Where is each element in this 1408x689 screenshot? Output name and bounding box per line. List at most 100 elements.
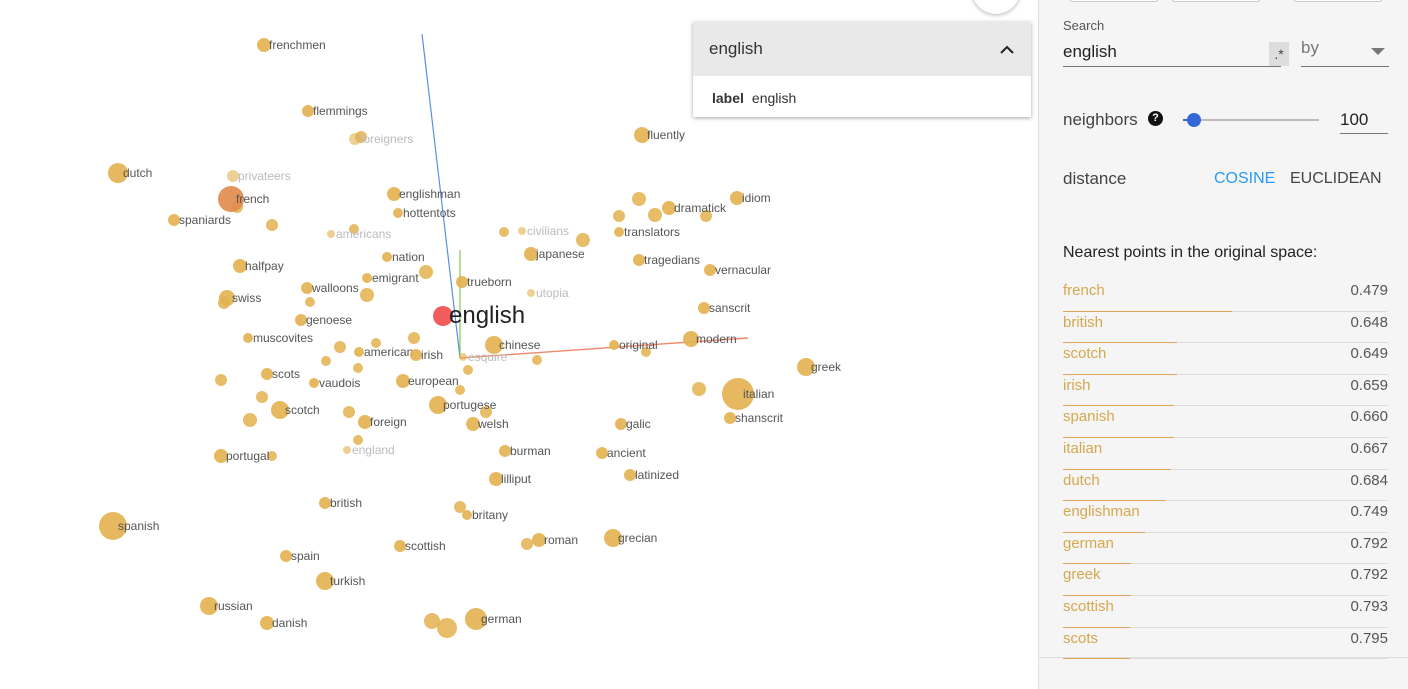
point-hottentots[interactable] — [393, 208, 403, 218]
distance-euclidean-option[interactable]: EUCLIDEAN — [1290, 170, 1382, 188]
panel-top-button-1[interactable] — [1069, 0, 1159, 2]
point-label: original — [619, 338, 658, 352]
info-card-header[interactable]: english — [693, 22, 1031, 76]
nearest-point-distance: 0.648 — [1350, 313, 1388, 331]
point-translators[interactable] — [614, 227, 624, 237]
nearest-point-row[interactable]: englishman 0.749 — [1063, 501, 1388, 533]
unlabeled-point[interactable] — [463, 365, 473, 375]
point-esquire[interactable] — [459, 353, 467, 361]
nearest-point-row[interactable]: scotch 0.649 — [1063, 343, 1388, 375]
nearest-point-name[interactable]: scots — [1063, 630, 1098, 647]
unlabeled-point[interactable] — [408, 332, 420, 344]
point-label: burman — [510, 444, 551, 458]
nearest-point-name[interactable]: british — [1063, 314, 1103, 331]
unlabeled-point[interactable] — [437, 618, 457, 638]
unlabeled-point[interactable] — [532, 355, 542, 365]
point-britany[interactable] — [462, 510, 472, 520]
help-icon[interactable]: ? — [1148, 111, 1163, 126]
point-label: muscovites — [253, 331, 313, 345]
point-label: roman — [544, 533, 578, 547]
point-original[interactable] — [609, 340, 619, 350]
point-utopia[interactable] — [527, 289, 535, 297]
unlabeled-point[interactable] — [343, 406, 355, 418]
chevron-down-icon — [1371, 48, 1385, 55]
panel-top-button-2[interactable] — [1171, 0, 1261, 2]
point-label: frenchmen — [269, 38, 326, 52]
point-muscovites[interactable] — [243, 333, 253, 343]
point-label: england — [352, 443, 395, 457]
nearest-point-name[interactable]: englishman — [1063, 503, 1140, 520]
nearest-point-row[interactable]: greek 0.792 — [1063, 564, 1388, 596]
nearest-point-row[interactable]: italian 0.667 — [1063, 438, 1388, 470]
unlabeled-point[interactable] — [305, 297, 315, 307]
panel-divider — [1039, 657, 1408, 658]
neighbors-slider[interactable] — [1183, 113, 1319, 127]
unlabeled-point[interactable] — [499, 227, 509, 237]
nearest-point-name[interactable]: irish — [1063, 377, 1091, 394]
point-label: trueborn — [467, 275, 512, 289]
point-vaudois[interactable] — [309, 378, 319, 388]
point-label: esquire — [468, 350, 508, 364]
nearest-points-title: Nearest points in the original space: — [1063, 244, 1318, 261]
point-label: russian — [214, 599, 253, 613]
nearest-point-name[interactable]: italian — [1063, 440, 1102, 457]
nearest-point-row[interactable]: irish 0.659 — [1063, 375, 1388, 407]
unlabeled-point[interactable] — [353, 363, 363, 373]
unlabeled-point[interactable] — [692, 382, 706, 396]
neighbors-slider-thumb[interactable] — [1186, 113, 1201, 127]
unlabeled-point[interactable] — [613, 210, 625, 222]
point-american[interactable] — [354, 347, 364, 357]
point-nation[interactable] — [382, 252, 392, 262]
nearest-point-name[interactable]: french — [1063, 282, 1105, 299]
unlabeled-point[interactable] — [576, 233, 590, 247]
nearest-point-distance: 0.792 — [1350, 534, 1388, 552]
unlabeled-point[interactable] — [243, 413, 257, 427]
nearest-point-name[interactable]: greek — [1063, 566, 1101, 583]
point-label: german — [481, 612, 522, 626]
nearest-point-row[interactable]: scottish 0.793 — [1063, 596, 1388, 628]
unlabeled-point[interactable] — [419, 265, 433, 279]
search-by-placeholder: by — [1301, 38, 1319, 57]
nearest-point-row[interactable]: german 0.792 — [1063, 533, 1388, 565]
distance-cosine-option[interactable]: COSINE — [1214, 170, 1275, 188]
focus-point-label: english — [449, 302, 525, 329]
unlabeled-point[interactable] — [215, 374, 227, 386]
chevron-up-icon[interactable] — [999, 44, 1015, 54]
unlabeled-point[interactable] — [632, 192, 646, 206]
point-americans[interactable] — [327, 230, 335, 238]
unlabeled-point[interactable] — [360, 288, 374, 302]
point-label: dramatick — [674, 201, 727, 215]
panel-top-button-3[interactable] — [1293, 0, 1383, 2]
nearest-point-name[interactable]: spanish — [1063, 408, 1115, 425]
nearest-point-name[interactable]: dutch — [1063, 472, 1100, 489]
point-label: fluently — [647, 128, 685, 142]
unlabeled-point[interactable] — [648, 208, 662, 222]
unlabeled-point[interactable] — [521, 538, 533, 550]
point-label: hottentots — [403, 206, 456, 220]
regex-toggle-button[interactable]: .* — [1269, 42, 1289, 66]
nearest-point-name[interactable]: german — [1063, 535, 1114, 552]
embedding-projection-canvas[interactable]: frenchmen flemmings foreigners dutch private… — [0, 0, 1038, 689]
nearest-point-name[interactable]: scotch — [1063, 345, 1106, 362]
nearest-point-row[interactable]: french 0.479 — [1063, 280, 1388, 312]
point-label: british — [330, 496, 362, 510]
nearest-point-row[interactable]: scots 0.795 — [1063, 628, 1388, 660]
search-by-select[interactable]: by — [1301, 38, 1389, 67]
unlabeled-point[interactable] — [266, 219, 278, 231]
point-emigrant[interactable] — [362, 273, 372, 283]
point-civilians[interactable] — [518, 227, 526, 235]
unlabeled-point[interactable] — [256, 391, 268, 403]
unlabeled-point[interactable] — [334, 341, 346, 353]
nearest-point-row[interactable]: spanish 0.660 — [1063, 406, 1388, 438]
point-label: shanscrit — [735, 411, 784, 425]
neighbors-input[interactable] — [1340, 107, 1388, 134]
search-input[interactable] — [1063, 38, 1281, 67]
nearest-point-name[interactable]: scottish — [1063, 598, 1114, 615]
point-label: spaniards — [179, 213, 231, 227]
point-label: spanish — [118, 519, 159, 533]
nearest-point-row[interactable]: dutch 0.684 — [1063, 470, 1388, 502]
nearest-point-row[interactable]: british 0.648 — [1063, 312, 1388, 344]
unlabeled-point[interactable] — [321, 356, 331, 366]
point-label: translators — [624, 225, 680, 239]
point-england[interactable] — [343, 446, 351, 454]
